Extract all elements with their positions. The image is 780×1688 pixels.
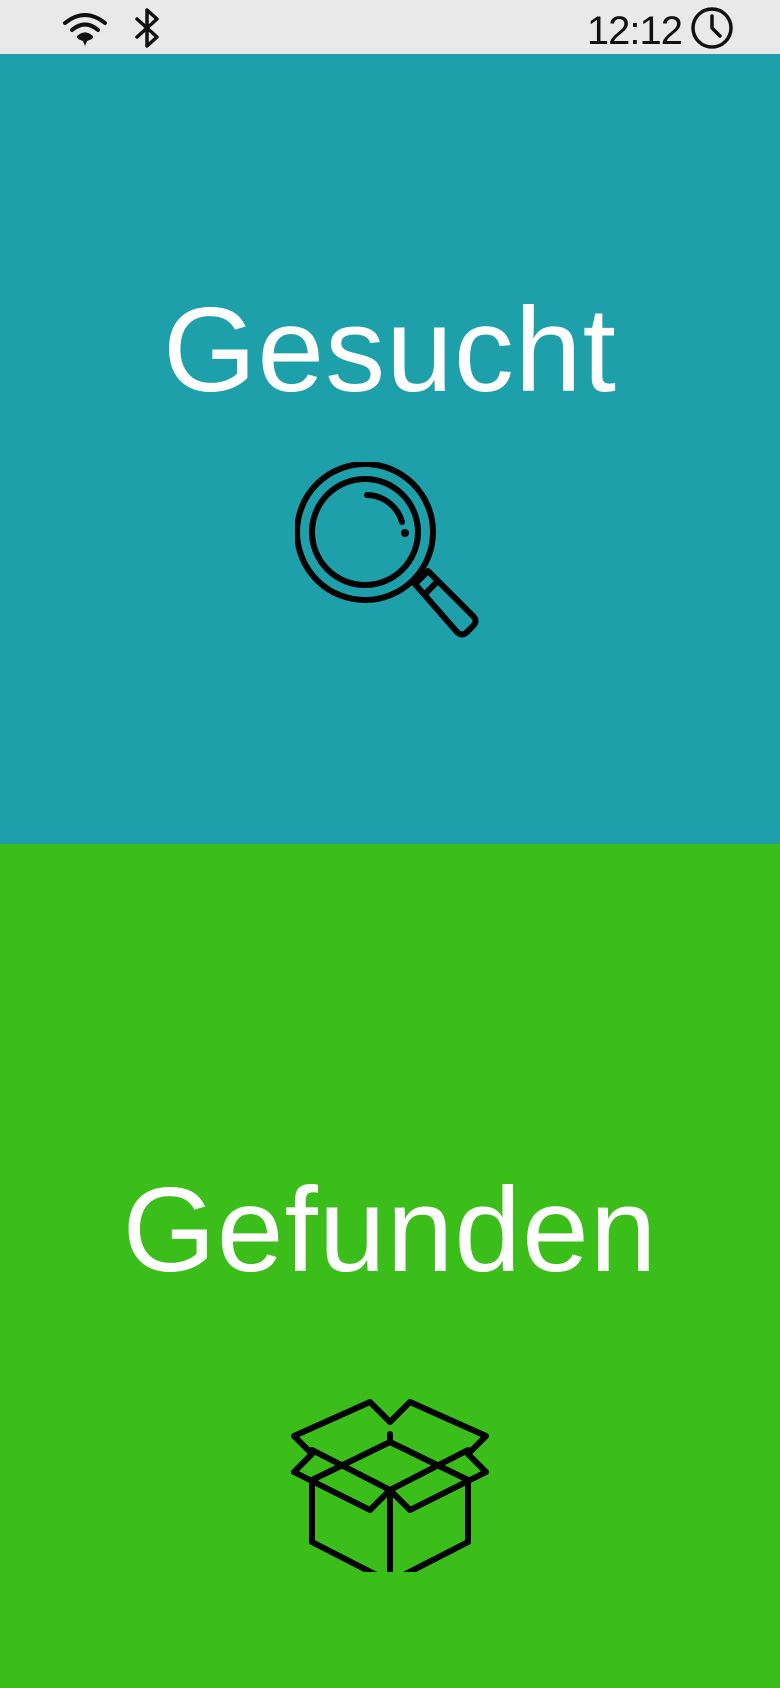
clock-icon <box>690 6 734 55</box>
found-panel-title: Gefunden <box>122 1163 658 1297</box>
found-panel[interactable]: Gefunden <box>0 844 780 1688</box>
search-panel-title: Gesucht <box>163 283 617 417</box>
status-bar: 12:12 <box>0 0 780 54</box>
status-right: 12:12 <box>587 6 734 55</box>
search-panel[interactable]: Gesucht <box>0 54 780 844</box>
status-left <box>62 8 162 53</box>
open-box-icon <box>290 1372 490 1585</box>
bluetooth-icon <box>132 8 162 53</box>
magnifier-icon <box>294 461 485 657</box>
status-time: 12:12 <box>586 8 683 53</box>
wifi-icon <box>62 8 108 53</box>
